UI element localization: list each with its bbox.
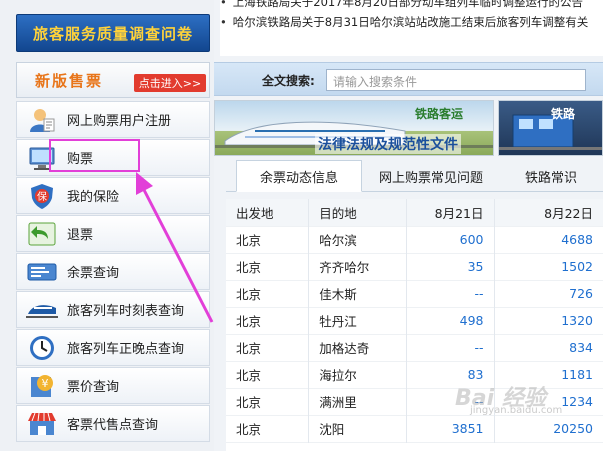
news-item-text[interactable]: 上海铁路局关于2017年8月20日部分动车组列车临时调整运行的公告 xyxy=(233,0,583,9)
menu-item-remaining-tickets[interactable]: 余票查询 xyxy=(16,253,210,290)
search-input[interactable]: 请输入搜索条件 xyxy=(326,69,586,91)
table-cell: 北京 xyxy=(236,314,262,329)
clock-icon xyxy=(17,329,67,366)
column-header: 目的地 xyxy=(308,199,407,226)
menu-item-agents[interactable]: 客票代售点查询 xyxy=(16,405,210,442)
svg-text:¥: ¥ xyxy=(42,377,49,390)
banner-subtitle: 铁路 xyxy=(551,107,576,121)
new-ticketing-title: 新版售票 xyxy=(35,72,104,90)
shop-icon xyxy=(17,405,67,442)
watermark-url: jingyan.baidu.com xyxy=(470,405,563,416)
user-register-icon xyxy=(17,101,67,138)
ticket-count-link[interactable]: 726 xyxy=(493,280,603,307)
menu-item-price[interactable]: ¥ 票价查询 xyxy=(16,367,210,404)
table-cell: 佳木斯 xyxy=(308,280,407,307)
menu-item-punctuality[interactable]: 旅客列车正晚点查询 xyxy=(16,329,210,366)
page: • 上海铁路局关于2017年8月20日部分动车组列车临时调整运行的公告 • 哈尔滨铁… xyxy=(0,0,603,451)
menu-item-label: 退票 xyxy=(67,228,94,243)
table-cell: 齐齐哈尔 xyxy=(308,253,407,280)
ticket-count-link[interactable]: -- xyxy=(406,334,495,361)
ticket-count-link[interactable]: 498 xyxy=(406,307,495,334)
survey-button[interactable]: 旅客服务质量调查问卷 xyxy=(16,14,210,52)
table-cell: 加格达奇 xyxy=(308,334,407,361)
info-tabs: 余票动态信息 网上购票常见问题 铁路常识 xyxy=(226,160,603,192)
new-ticketing-banner[interactable]: 新版售票 点击进入>> xyxy=(16,62,210,98)
highlight-box xyxy=(49,139,140,172)
ticket-icon xyxy=(17,253,67,290)
menu-item-label: 网上购票用户注册 xyxy=(67,114,172,129)
menu-item-timetable[interactable]: 旅客列车时刻表查询 xyxy=(16,291,210,328)
ticket-count-link[interactable]: 4688 xyxy=(493,226,603,253)
column-header: 出发地 xyxy=(226,199,309,226)
table-cell: 北京 xyxy=(236,341,262,356)
news-list: • 上海铁路局关于2017年8月20日部分动车组列车临时调整运行的公告 • 哈尔滨铁… xyxy=(220,0,603,56)
tab-faq[interactable]: 网上购票常见问题 xyxy=(366,160,496,192)
table-cell: 北京 xyxy=(236,395,262,410)
ticket-count-link[interactable]: 3851 xyxy=(406,415,495,442)
menu-item-label: 旅客列车正晚点查询 xyxy=(67,342,185,357)
svg-text:保: 保 xyxy=(37,190,47,203)
table-cell: 哈尔滨 xyxy=(308,226,407,253)
insurance-shield-icon: 保 xyxy=(17,177,67,214)
enter-button[interactable]: 点击进入>> xyxy=(134,74,206,92)
railway-banner[interactable]: 铁路 xyxy=(498,100,603,156)
table-header-row: 出发地 目的地 8月21日 8月22日 xyxy=(226,199,603,226)
search-label: 全文搜索: xyxy=(262,74,315,88)
legal-docs-banner[interactable]: 铁路客运 法律法规及规范性文件 xyxy=(214,100,494,156)
table-cell: 北京 xyxy=(236,368,262,383)
left-sidebar: 旅客服务质量调查问卷 新版售票 点击进入>> 网上购票用户注册 购票 保 我的保… xyxy=(0,0,214,451)
news-item[interactable]: • 哈尔滨铁路局关于8月31日哈尔滨站站改施工结束后旅客列车调整有关 xyxy=(220,14,588,32)
menu-item-refund[interactable]: 退票 xyxy=(16,215,210,252)
table-row: 北京 加格达奇 -- 834 xyxy=(226,334,603,361)
train-icon xyxy=(17,291,67,328)
search-bar: 全文搜索: 请输入搜索条件 xyxy=(214,62,603,96)
menu-item-label: 票价查询 xyxy=(67,380,120,395)
menu-item-register[interactable]: 网上购票用户注册 xyxy=(16,101,210,138)
table-cell: 北京 xyxy=(236,233,262,248)
table-cell: 满洲里 xyxy=(308,388,407,415)
menu-item-label: 旅客列车时刻表查询 xyxy=(67,304,185,319)
banner-subtitle: 铁路客运 xyxy=(415,107,464,121)
ticket-count-link[interactable]: 834 xyxy=(493,334,603,361)
table-cell: 北京 xyxy=(236,422,262,437)
table-row: 北京 海拉尔 83 1181 xyxy=(226,361,603,388)
menu-item-label: 我的保险 xyxy=(67,190,120,205)
table-cell: 牡丹江 xyxy=(308,307,407,334)
table-row: 北京 齐齐哈尔 35 1502 xyxy=(226,253,603,280)
tab-railway-knowledge[interactable]: 铁路常识 xyxy=(506,160,596,192)
menu-item-insurance[interactable]: 保 我的保险 xyxy=(16,177,210,214)
news-item[interactable]: • 上海铁路局关于2017年8月20日部分动车组列车临时调整运行的公告 xyxy=(220,0,583,12)
menu-item-label: 客票代售点查询 xyxy=(67,418,159,433)
table-row: 北京 沈阳 3851 20250 xyxy=(226,415,603,442)
ticket-count-link[interactable]: 1320 xyxy=(493,307,603,334)
menu-item-label: 余票查询 xyxy=(67,266,120,281)
ticket-count-link[interactable]: 600 xyxy=(406,226,495,253)
price-icon: ¥ xyxy=(17,367,67,404)
table-cell: 沈阳 xyxy=(308,415,407,442)
table-row: 北京 哈尔滨 600 4688 xyxy=(226,226,603,253)
table-cell: 北京 xyxy=(236,287,262,302)
ticket-count-link[interactable]: 35 xyxy=(406,253,495,280)
table-cell: 北京 xyxy=(236,260,262,275)
table-row: 北京 牡丹江 498 1320 xyxy=(226,307,603,334)
tab-remaining-tickets[interactable]: 余票动态信息 xyxy=(236,160,362,192)
ticket-count-link[interactable]: 20250 xyxy=(493,415,603,442)
table-cell: 海拉尔 xyxy=(308,361,407,388)
ticket-count-link[interactable]: -- xyxy=(406,280,495,307)
table-row: 北京 佳木斯 -- 726 xyxy=(226,280,603,307)
column-header: 8月21日 xyxy=(406,199,495,226)
return-arrow-icon xyxy=(17,215,67,252)
banner-title: 法律法规及规范性文件 xyxy=(315,134,461,154)
ticket-count-link[interactable]: 1502 xyxy=(493,253,603,280)
column-header: 8月22日 xyxy=(493,199,603,226)
news-item-text[interactable]: 哈尔滨铁路局关于8月31日哈尔滨站站改施工结束后旅客列车调整有关 xyxy=(233,15,588,29)
